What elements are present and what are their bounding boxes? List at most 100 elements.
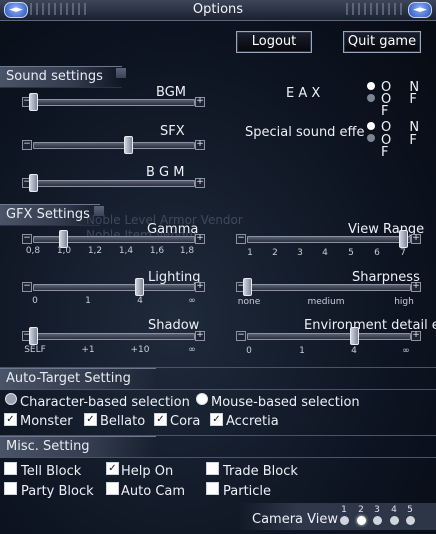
- view-range-tick: 2: [272, 248, 278, 258]
- logout-button[interactable]: Logout: [236, 31, 312, 53]
- window-title: Options: [192, 2, 244, 17]
- sharpness-slider-track[interactable]: [247, 284, 411, 291]
- header-tab: [94, 206, 104, 216]
- trade-block-label[interactable]: Trade Block: [223, 464, 298, 479]
- eax-on-radio[interactable]: [367, 82, 375, 90]
- shadow-increase-button[interactable]: +: [195, 331, 205, 341]
- gamma-tick: 0,8: [25, 246, 41, 256]
- lighting-slider-thumb[interactable]: [135, 278, 144, 296]
- special-off-radio[interactable]: [367, 134, 375, 142]
- shadow-tick: +1: [81, 345, 95, 355]
- sfx-slider-track[interactable]: [33, 142, 195, 149]
- auto-cam-label[interactable]: Auto Cam: [121, 484, 185, 499]
- bellato-label[interactable]: Bellato: [100, 414, 145, 429]
- environment-detail-slider-thumb[interactable]: [350, 327, 359, 345]
- environment-detail-slider-track[interactable]: [247, 333, 411, 340]
- bgm2-slider-track[interactable]: [33, 180, 195, 187]
- auto-cam-checkbox[interactable]: [106, 482, 119, 495]
- shadow-tick: +10: [130, 345, 150, 355]
- sfx-decrease-button[interactable]: −: [22, 140, 32, 150]
- bgm2-label: B G M: [146, 165, 185, 180]
- accretia-checkbox[interactable]: ✓: [210, 413, 223, 426]
- gfx-settings-header: GFX Settings: [0, 204, 100, 226]
- camera-view-number: 1: [341, 505, 347, 515]
- bgm-increase-button[interactable]: +: [195, 97, 205, 107]
- section-divider: [0, 389, 436, 390]
- particle-label[interactable]: Particle: [223, 484, 271, 499]
- camera-view-4-radio[interactable]: [390, 516, 399, 525]
- party-block-checkbox[interactable]: [4, 482, 17, 495]
- gamma-tick: 1,6: [149, 246, 165, 256]
- monster-label[interactable]: Monster: [20, 414, 73, 429]
- bgm2-increase-button[interactable]: +: [195, 178, 205, 188]
- party-block-label[interactable]: Party Block: [21, 484, 94, 499]
- cora-label[interactable]: Cora: [170, 414, 200, 429]
- view-range-increase-button[interactable]: +: [411, 234, 421, 244]
- special-off-label: O F F: [381, 133, 424, 160]
- view-range-decrease-button[interactable]: −: [236, 234, 246, 244]
- lighting-decrease-button[interactable]: −: [22, 282, 32, 292]
- bellato-checkbox[interactable]: ✓: [84, 413, 97, 426]
- gamma-increase-button[interactable]: +: [195, 234, 205, 244]
- eax-label: E A X: [286, 86, 321, 101]
- sharpness-increase-button[interactable]: +: [411, 282, 421, 292]
- monster-checkbox[interactable]: ✓: [4, 413, 17, 426]
- gamma-tick: 1,0: [56, 246, 72, 256]
- sfx-slider-thumb[interactable]: [124, 136, 133, 154]
- gamma-label: Gamma: [147, 222, 199, 237]
- particle-checkbox[interactable]: [206, 482, 219, 495]
- view-range-tick: 3: [297, 248, 303, 258]
- gamma-decrease-button[interactable]: −: [22, 234, 32, 244]
- tell-block-checkbox[interactable]: [4, 462, 17, 475]
- character-selection-radio[interactable]: [5, 393, 17, 405]
- view-range-tick: 6: [374, 248, 380, 258]
- gamma-tick: 1,2: [87, 246, 103, 256]
- bgm-slider-track[interactable]: [33, 99, 195, 106]
- lighting-label: Lighting: [148, 270, 201, 285]
- camera-view-5-radio[interactable]: [406, 516, 415, 525]
- camera-view-number: 5: [407, 505, 413, 515]
- environment-detail-tick: 4: [351, 346, 357, 356]
- view-range-slider-track[interactable]: [247, 236, 411, 243]
- cora-checkbox[interactable]: ✓: [154, 413, 167, 426]
- lighting-tick: 0: [32, 296, 38, 306]
- camera-view-label: Camera View: [252, 512, 338, 527]
- camera-view-number: 2: [358, 505, 364, 515]
- view-range-slider-thumb[interactable]: [399, 230, 408, 248]
- lighting-tick: 4: [137, 296, 143, 306]
- mouse-selection-radio[interactable]: [196, 393, 208, 405]
- camera-view-3-radio[interactable]: [373, 516, 382, 525]
- lighting-slider-track[interactable]: [33, 284, 195, 291]
- help-on-label[interactable]: Help On: [121, 464, 173, 479]
- bgm-slider-thumb[interactable]: [29, 93, 38, 111]
- environment-detail-decrease-button[interactable]: −: [236, 331, 246, 341]
- camera-view-1-radio[interactable]: [340, 516, 349, 525]
- camera-view-2-radio[interactable]: [357, 516, 366, 525]
- accretia-label[interactable]: Accretia: [226, 414, 279, 429]
- eax-off-radio[interactable]: [367, 94, 375, 102]
- special-on-radio[interactable]: [367, 122, 375, 130]
- shadow-slider-track[interactable]: [33, 333, 195, 340]
- quit-game-button[interactable]: Quit game: [343, 31, 421, 53]
- environment-detail-increase-button[interactable]: +: [411, 331, 421, 341]
- lighting-increase-button[interactable]: +: [195, 282, 205, 292]
- shadow-tick: SELF: [24, 345, 46, 355]
- sfx-increase-button[interactable]: +: [195, 140, 205, 150]
- eax-off-label: O F F: [381, 92, 424, 119]
- shadow-slider-thumb[interactable]: [29, 327, 38, 345]
- sharpness-tick: none: [237, 297, 261, 307]
- close-button[interactable]: ◄►: [408, 2, 432, 18]
- trade-block-checkbox[interactable]: [206, 462, 219, 475]
- mouse-selection-label[interactable]: Mouse-based selection: [211, 395, 360, 410]
- help-on-checkbox[interactable]: ✓: [106, 462, 119, 475]
- lighting-tick: ∞: [188, 296, 196, 306]
- gamma-slider-track[interactable]: [33, 236, 195, 243]
- section-divider: [0, 457, 436, 458]
- tell-block-label[interactable]: Tell Block: [21, 464, 81, 479]
- character-selection-label[interactable]: Character-based selection: [20, 395, 190, 410]
- sharpness-tick: medium: [307, 297, 345, 307]
- bgm2-slider-thumb[interactable]: [29, 174, 38, 192]
- bgm-label: BGM: [156, 85, 186, 100]
- sfx-label: SFX: [160, 124, 185, 139]
- sharpness-slider-thumb[interactable]: [243, 278, 252, 296]
